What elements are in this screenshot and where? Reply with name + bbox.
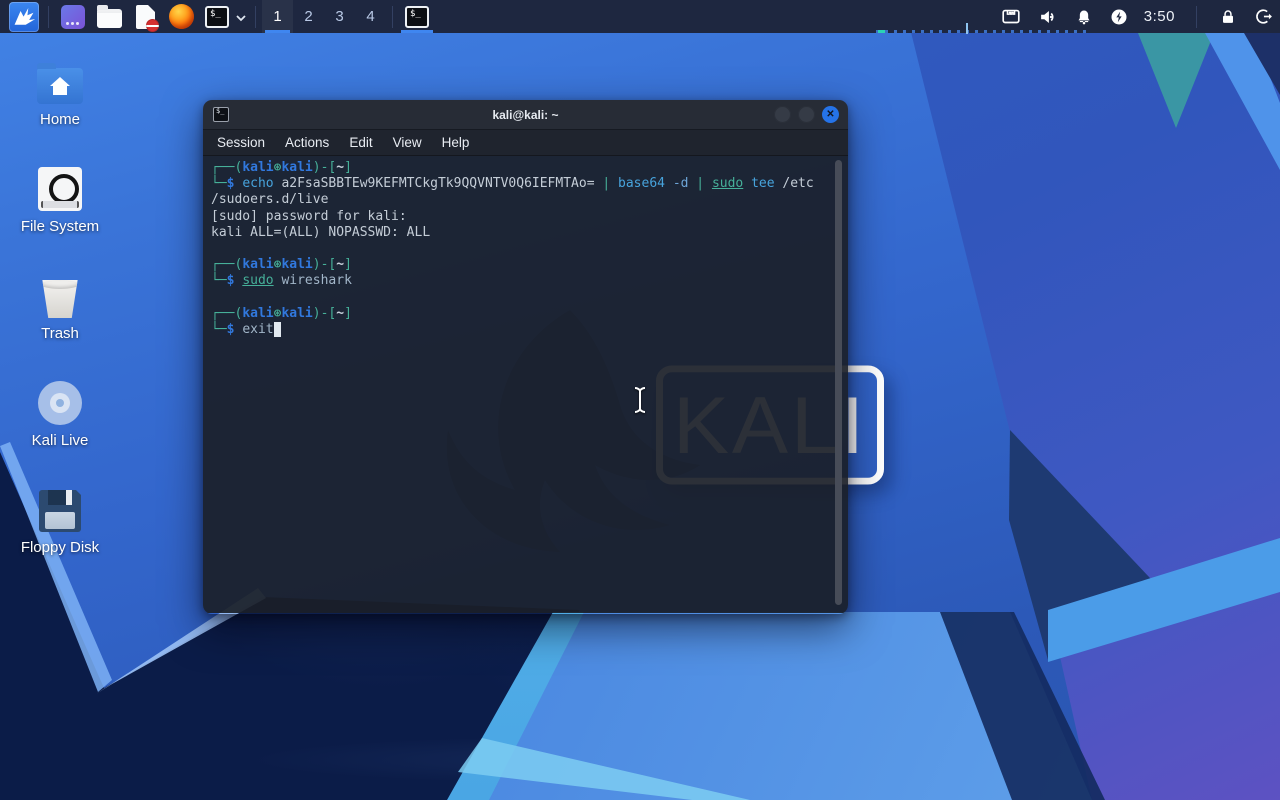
top-panel: $_ 1234 $_ 3:50 <box>0 0 1280 33</box>
menu-session[interactable]: Session <box>207 130 275 156</box>
terminal-window-title: kali@kali: ~ <box>492 108 558 122</box>
terminal-icon: $_ <box>205 6 229 28</box>
panel-graph-widget-tick <box>966 23 968 34</box>
terminal-scrollbar[interactable] <box>835 160 842 605</box>
terminal-line: ┌──(kali⊛kali)-[~] <box>211 306 830 322</box>
panel-graph-widget <box>876 30 1090 33</box>
desktop-icon-home[interactable]: Home <box>5 48 115 155</box>
firefox-button[interactable] <box>166 2 196 32</box>
menu-help[interactable]: Help <box>432 130 480 156</box>
terminal-line <box>211 241 830 257</box>
lock-icon[interactable] <box>1218 7 1238 27</box>
terminal-output[interactable]: ┌──(kali⊛kali)-[~]└─$ echo a2FsaSBBTEw9K… <box>203 156 848 613</box>
power-manager-icon[interactable] <box>1109 7 1129 27</box>
terminal-line: └─$ sudo wireshark <box>211 273 830 289</box>
desktop-icon-label: File System <box>21 218 99 235</box>
desktop-icon-kali-live[interactable]: Kali Live <box>5 369 115 476</box>
terminal-line: /sudoers.d/live <box>211 192 830 208</box>
workspace-button-1[interactable]: 1 <box>262 0 293 33</box>
firefox-icon <box>169 4 194 29</box>
terminal-icon: $_ <box>405 6 429 28</box>
terminal-line: └─$ echo a2FsaSBBTEw9KEFMTCkgTk9QQVNTV0Q… <box>211 176 830 192</box>
network-icon[interactable] <box>1000 6 1022 28</box>
kali-logo-icon <box>12 5 36 29</box>
chevron-down-icon[interactable] <box>235 13 247 23</box>
desktop-icon-label: Floppy Disk <box>21 539 99 556</box>
panel-separator <box>48 6 49 28</box>
panel-separator <box>392 6 393 28</box>
document-icon <box>136 5 155 29</box>
terminal-menubar: SessionActionsEditViewHelp <box>203 130 848 156</box>
workspace-button-2[interactable]: 2 <box>293 0 324 33</box>
terminal-line: ┌──(kali⊛kali)-[~] <box>211 257 830 273</box>
maximize-button[interactable] <box>798 106 815 123</box>
terminal-line <box>211 290 830 306</box>
desktop-icon-label: Trash <box>41 325 79 342</box>
hard-drive-icon <box>38 167 82 211</box>
panel-separator <box>255 6 256 28</box>
terminal-window: $_ kali@kali: ~ ✕ SessionActionsEditView… <box>203 100 848 614</box>
purple-window-icon <box>61 5 85 29</box>
terminal-line: ┌──(kali⊛kali)-[~] <box>211 160 830 176</box>
ibeam-cursor <box>631 385 649 415</box>
desktop-icon-list: Home File System Trash Kali Live Floppy Disk <box>5 48 115 583</box>
workspace-button-4[interactable]: 4 <box>355 0 386 33</box>
desktop-icon-label: Home <box>40 111 80 128</box>
workspace-switcher: 1234 <box>262 0 386 33</box>
terminal-line: └─$ exit <box>211 322 830 338</box>
text-editor-button[interactable] <box>130 2 160 32</box>
volume-icon[interactable] <box>1037 6 1059 28</box>
folder-icon <box>97 9 122 28</box>
home-folder-icon <box>37 68 83 104</box>
terminal-titlebar[interactable]: $_ kali@kali: ~ ✕ <box>203 100 848 130</box>
taskbar-terminal-window-button[interactable]: $_ <box>399 0 435 33</box>
menu-actions[interactable]: Actions <box>275 130 339 156</box>
menu-view[interactable]: View <box>383 130 432 156</box>
panel-separator <box>1196 6 1197 28</box>
notifications-bell-icon[interactable] <box>1074 6 1094 28</box>
desktop-icon-file-system[interactable]: File System <box>5 155 115 262</box>
clock[interactable]: 3:50 <box>1144 8 1175 25</box>
panel-graph-widget-mark <box>878 30 885 33</box>
terminal-line: [sudo] password for kali: <box>211 209 830 225</box>
terminal-window-icon: $_ <box>213 107 229 122</box>
menu-edit[interactable]: Edit <box>339 130 382 156</box>
terminal-launcher-button[interactable]: $_ <box>202 2 232 32</box>
workspace-button-3[interactable]: 3 <box>324 0 355 33</box>
cd-disc-icon <box>38 381 82 425</box>
kali-menu-button[interactable] <box>9 2 39 32</box>
logout-icon[interactable] <box>1253 6 1274 27</box>
floppy-disk-icon <box>39 490 81 532</box>
minimize-button[interactable] <box>774 106 791 123</box>
close-button[interactable]: ✕ <box>822 106 839 123</box>
trash-icon <box>39 280 81 318</box>
terminal-line: kali ALL=(ALL) NOPASSWD: ALL <box>211 225 830 241</box>
workspace-app-button[interactable] <box>58 2 88 32</box>
desktop-icon-label: Kali Live <box>32 432 89 449</box>
desktop-icon-trash[interactable]: Trash <box>5 262 115 369</box>
desktop-icon-floppy-disk[interactable]: Floppy Disk <box>5 476 115 583</box>
system-tray: 3:50 <box>1000 6 1274 28</box>
file-manager-button[interactable] <box>94 2 124 32</box>
